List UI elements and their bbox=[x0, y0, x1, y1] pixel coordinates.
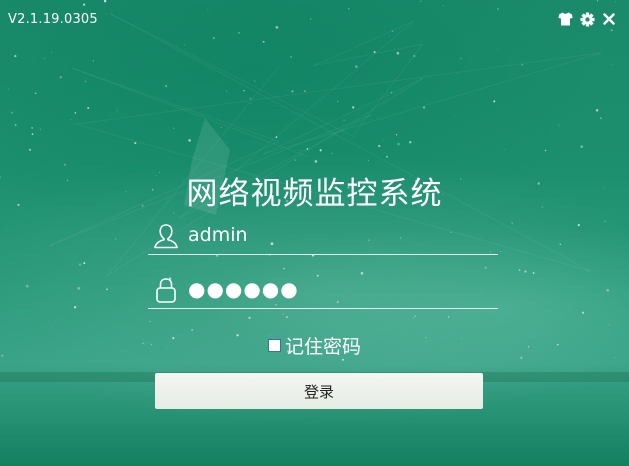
lock-icon bbox=[156, 278, 176, 303]
shirt-icon bbox=[558, 12, 572, 26]
version-label: V2.1.19.0305 bbox=[8, 12, 98, 27]
login-window: V2.1.19.0305 网络视频监控系统 admin ●●●●●● 记住密码 … bbox=[0, 0, 629, 466]
login-button[interactable]: 登录 bbox=[155, 373, 483, 409]
app-title: 网络视频监控系统 bbox=[186, 176, 443, 212]
remember-checkbox[interactable] bbox=[267, 339, 281, 352]
window-controls bbox=[557, 10, 617, 28]
password-input[interactable] bbox=[188, 276, 488, 302]
close-icon bbox=[603, 13, 615, 25]
password-field bbox=[148, 272, 498, 309]
gear-icon bbox=[579, 11, 595, 27]
remember-label[interactable]: 记住密码 bbox=[285, 332, 361, 359]
settings-button[interactable] bbox=[579, 10, 595, 28]
close-button[interactable] bbox=[601, 10, 617, 28]
remember-password: 记住密码 bbox=[0, 332, 629, 359]
skin-button[interactable] bbox=[557, 10, 573, 28]
username-input[interactable] bbox=[188, 222, 488, 248]
user-icon bbox=[154, 224, 178, 249]
username-field bbox=[148, 218, 498, 255]
